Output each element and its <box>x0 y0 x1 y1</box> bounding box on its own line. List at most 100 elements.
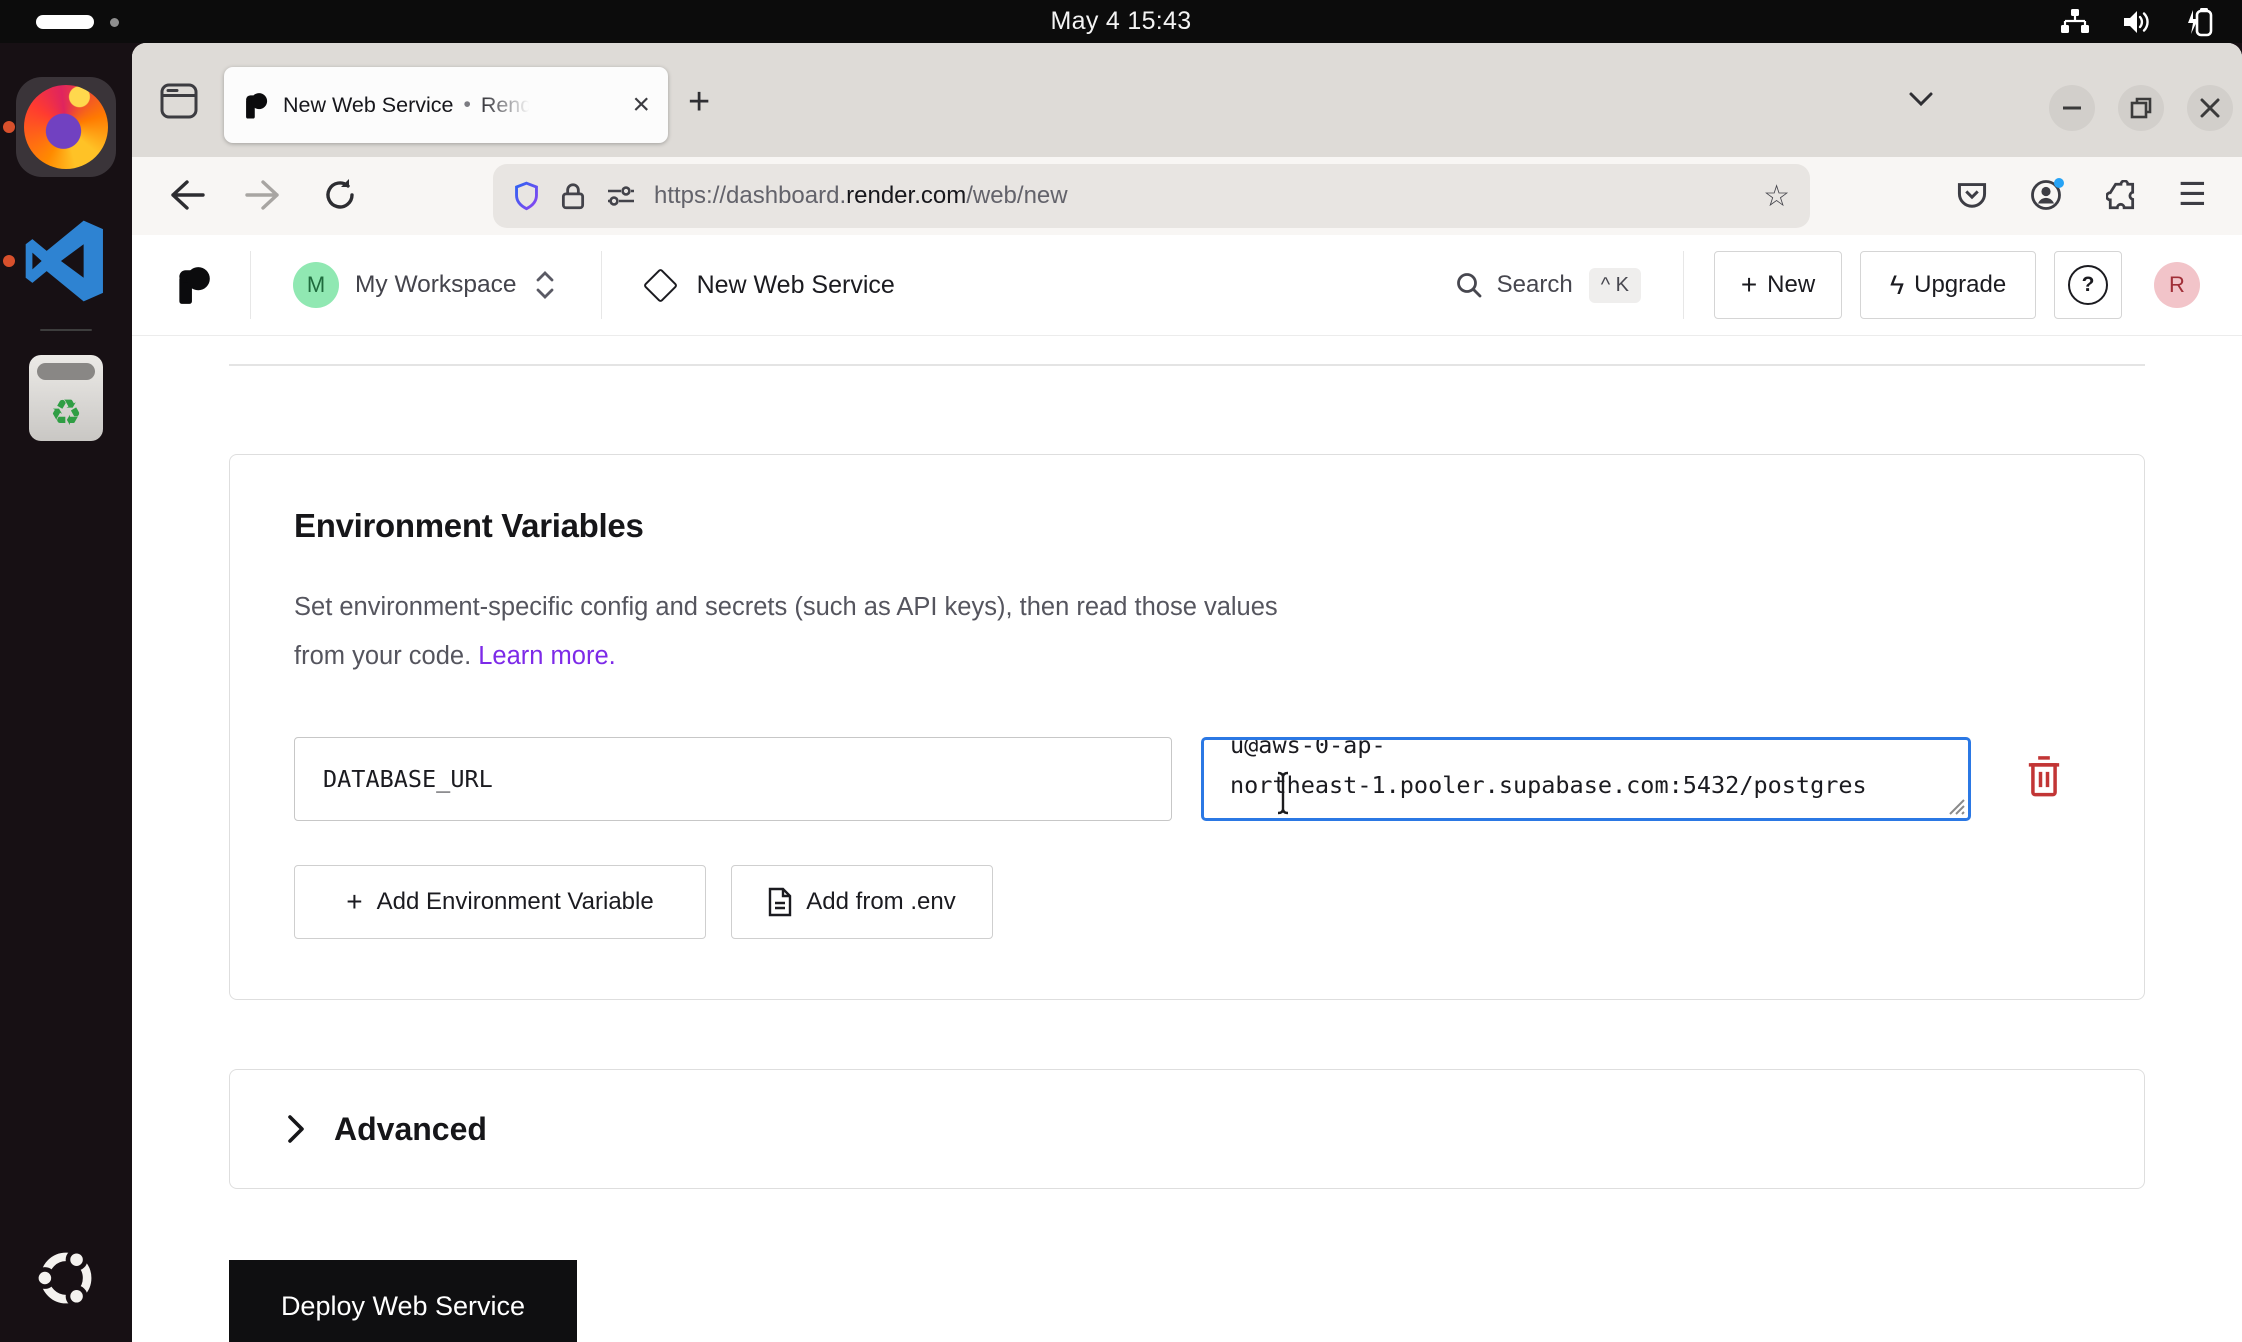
search-button[interactable]: Search <box>1497 271 1573 299</box>
volume-icon <box>2122 8 2152 36</box>
help-button[interactable]: ? <box>2054 251 2122 319</box>
env-value-line2: northeast-1.pooler.supabase.com:5432/pos… <box>1230 771 1867 799</box>
window-close-button[interactable] <box>2187 85 2233 131</box>
render-logo[interactable] <box>174 264 212 306</box>
text-cursor-pointer <box>1274 771 1292 815</box>
header-divider <box>250 251 251 319</box>
new-button[interactable]: + New <box>1714 251 1842 319</box>
forward-arrow-icon <box>244 179 280 211</box>
dock-item-vscode[interactable] <box>24 219 108 303</box>
dock-item-firefox[interactable] <box>16 77 116 177</box>
back-button[interactable] <box>170 179 206 211</box>
add-environment-variable-button[interactable]: + Add Environment Variable <box>294 865 706 939</box>
header-divider <box>601 251 602 319</box>
account-button[interactable] <box>2030 178 2064 212</box>
workspace-name[interactable]: My Workspace <box>355 271 517 299</box>
trash-lid <box>37 363 95 380</box>
permissions-icon[interactable] <box>606 184 636 208</box>
firefox-view-icon <box>160 83 198 119</box>
vscode-running-dot <box>3 255 15 267</box>
minimize-icon <box>2062 106 2082 110</box>
url-path: /web/new <box>966 182 1067 209</box>
puzzle-piece-icon <box>2106 180 2138 212</box>
url-text: https://dashboard.render.com/web/new <box>654 182 1068 210</box>
tracking-protection-shield-icon[interactable] <box>513 181 540 212</box>
add-variable-label: Add Environment Variable <box>377 888 654 916</box>
forward-button[interactable] <box>244 179 280 211</box>
search-icon[interactable] <box>1455 271 1483 299</box>
restore-icon <box>2130 97 2152 119</box>
firefox-view-button[interactable] <box>160 83 198 119</box>
workspace-dot <box>110 18 119 27</box>
new-tab-button[interactable]: + <box>688 81 710 124</box>
tab-new-web-service[interactable]: New Web Service • Rend × <box>224 67 668 143</box>
page-content: Environment Variables Set environment-sp… <box>132 335 2242 1342</box>
system-top-bar: May 4 15:43 <box>0 0 2242 43</box>
url-domain: render.com <box>846 182 966 209</box>
list-all-tabs-button[interactable] <box>1908 91 1934 107</box>
advanced-section[interactable]: Advanced <box>229 1069 2145 1189</box>
header-divider <box>1683 251 1684 319</box>
add-from-env-button[interactable]: Add from .env <box>731 865 993 939</box>
env-value-textarea[interactable]: u@aws-0-ap-northeast-1.pooler.supabase.c… <box>1201 737 1971 821</box>
menu-button[interactable]: ☰ <box>2178 175 2207 213</box>
bookmark-star-icon[interactable]: ☆ <box>1763 179 1790 214</box>
page-title: New Web Service <box>697 271 895 300</box>
window-minimize-button[interactable] <box>2049 85 2095 131</box>
upgrade-button[interactable]: ϟ Upgrade <box>1860 251 2036 319</box>
reload-button[interactable] <box>322 177 358 213</box>
dock: ♻ <box>0 43 132 1342</box>
upgrade-button-label: Upgrade <box>1914 271 2006 299</box>
service-diamond-icon <box>642 267 677 302</box>
dock-item-trash[interactable]: ♻ <box>29 355 103 441</box>
app-header: M My Workspace New Web Service Search ^ … <box>132 235 2242 336</box>
delete-env-var-button[interactable] <box>2026 755 2062 797</box>
description-text: Set environment-specific config and secr… <box>294 593 1278 670</box>
dock-divider <box>40 329 92 331</box>
extensions-button[interactable] <box>2106 180 2138 212</box>
tab-title: New Web Service <box>283 93 453 118</box>
dock-item-ubuntu-desktop[interactable] <box>33 1245 99 1311</box>
environment-variables-card: Environment Variables Set environment-sp… <box>229 454 2145 1000</box>
activities-pill[interactable] <box>36 15 94 29</box>
question-mark-icon: ? <box>2068 265 2108 305</box>
reload-icon <box>322 177 358 213</box>
url-subdomain: https://dashboard. <box>654 182 846 209</box>
lightning-bolt-icon: ϟ <box>1890 272 1904 299</box>
system-tray[interactable] <box>2060 6 2216 37</box>
trash-icon <box>2026 755 2062 797</box>
tab-favicon-render <box>242 91 269 120</box>
workspace-avatar[interactable]: M <box>293 262 339 308</box>
tab-title-cut: Rend <box>481 93 532 118</box>
back-arrow-icon <box>170 179 206 211</box>
navigation-bar: https://dashboard.render.com/web/new ☆ ☰ <box>132 157 2242 236</box>
deploy-button-label: Deploy Web Service <box>281 1291 525 1322</box>
env-key-value: DATABASE_URL <box>323 765 493 793</box>
system-clock[interactable]: May 4 15:43 <box>1051 7 1192 36</box>
tab-close-icon[interactable]: × <box>632 90 650 120</box>
vscode-icon <box>24 219 108 303</box>
env-key-input[interactable]: DATABASE_URL <box>294 737 1172 821</box>
section-title: Environment Variables <box>294 507 644 545</box>
plus-icon: + <box>346 888 362 916</box>
lock-icon[interactable] <box>560 181 586 211</box>
env-value-text: u@aws-0-ap-northeast-1.pooler.supabase.c… <box>1204 737 1968 805</box>
search-shortcut-badge: ^ K <box>1589 268 1641 303</box>
learn-more-link[interactable]: Learn more. <box>478 642 616 670</box>
add-from-env-label: Add from .env <box>806 888 955 916</box>
ubuntu-logo-icon <box>33 1245 99 1311</box>
render-dashboard: M My Workspace New Web Service Search ^ … <box>132 235 2242 1342</box>
textarea-resize-handle[interactable] <box>1947 797 1965 815</box>
workspace-switcher-chevrons-icon[interactable] <box>535 269 555 301</box>
account-icon <box>2030 178 2064 212</box>
user-avatar[interactable]: R <box>2154 262 2200 308</box>
deploy-web-service-button[interactable]: Deploy Web Service <box>229 1260 577 1342</box>
new-button-label: New <box>1767 271 1815 299</box>
chevron-down-icon <box>1908 91 1934 107</box>
pocket-button[interactable] <box>1956 181 1988 211</box>
recycle-icon: ♻ <box>50 395 82 431</box>
window-restore-button[interactable] <box>2118 85 2164 131</box>
network-icon <box>2060 8 2090 35</box>
workspace-avatar-initial: M <box>307 272 325 298</box>
url-bar[interactable]: https://dashboard.render.com/web/new ☆ <box>493 164 1810 228</box>
